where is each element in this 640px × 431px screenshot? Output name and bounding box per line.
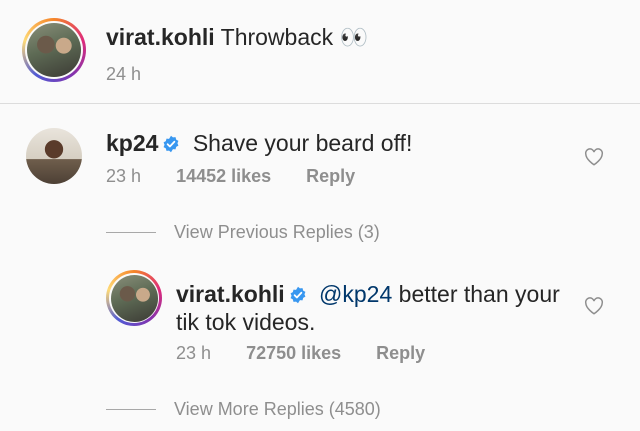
verified-badge-icon [290,286,306,304]
caption-line: virat.kohli Throwback 👀 [106,24,368,51]
reply-likes[interactable]: 72750 likes [246,343,341,363]
caption-text: Throwback 👀 [220,24,369,50]
heart-outline-icon[interactable] [584,297,604,315]
caption-meta: 24 h [106,64,171,85]
heart-outline-icon[interactable] [584,148,604,166]
view-more-replies-button[interactable]: View More Replies (4580) [174,399,381,420]
post-caption: virat.kohli Throwback 👀 24 h [0,0,640,104]
reply-username[interactable]: virat.kohli [176,281,285,307]
caption-time: 24 h [106,64,142,84]
comment-time: 23 h [106,166,142,186]
reply-time: 23 h [176,343,212,363]
comment-avatar[interactable] [26,128,82,184]
reply-line-1: virat.kohli @kp24 better than your [176,281,560,308]
reply-mention[interactable]: @kp24 [319,281,392,307]
caption-username[interactable]: virat.kohli [106,24,215,50]
reply-avatar[interactable] [106,270,162,326]
comment-line: kp24 Shave your beard off! [106,130,412,157]
thread-line [106,409,156,410]
reply-text-2: tik tok videos. [176,309,316,335]
comment-meta: 23 h 14452 likes Reply [106,166,385,187]
comment-likes[interactable]: 14452 likes [176,166,271,186]
comment-text: Shave your beard off! [192,130,413,156]
reply-text-1: better than your [392,281,560,307]
reply-meta: 23 h 72750 likes Reply [176,343,455,364]
comment-username[interactable]: kp24 [106,130,158,156]
caption-avatar[interactable] [22,18,86,82]
reply-reply-button[interactable]: Reply [376,343,425,363]
view-previous-replies-button[interactable]: View Previous Replies (3) [174,222,380,243]
comment-reply-button[interactable]: Reply [306,166,355,186]
verified-badge-icon [164,135,179,153]
thread-line [106,232,156,233]
